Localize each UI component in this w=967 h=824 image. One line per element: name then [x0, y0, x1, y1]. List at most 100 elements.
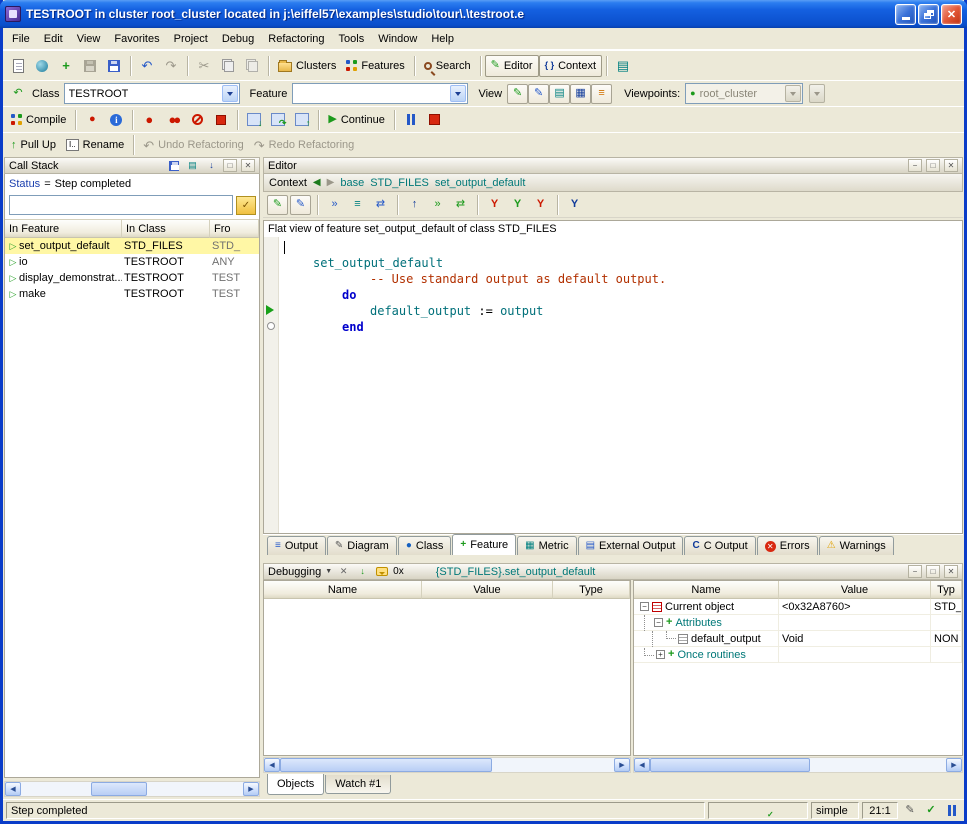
feature-combo-arrow[interactable]: [450, 85, 466, 102]
call-stack-row[interactable]: ▷display_demonstrat... TESTROOT TEST: [5, 270, 259, 286]
editor-toggle-button[interactable]: ✎ Editor: [485, 55, 539, 77]
viewpoints-combo-arrow[interactable]: [785, 85, 801, 102]
tab-external-output[interactable]: ▤External Output: [578, 536, 684, 555]
show-breakpoints-button[interactable]: ●●: [161, 109, 185, 131]
tab-c-output[interactable]: CC Output: [684, 536, 755, 555]
debugging-close-tool-button[interactable]: ✕: [336, 565, 351, 579]
tab-objects[interactable]: Objects: [267, 774, 324, 795]
save-call-stack-button[interactable]: [166, 159, 181, 173]
redo-button[interactable]: ↷: [159, 55, 183, 77]
open-stack-window-button[interactable]: ▤: [185, 159, 200, 173]
ancestors-button[interactable]: Y: [484, 195, 505, 215]
toggle-clickable-button[interactable]: ⇄: [450, 195, 471, 215]
open-button[interactable]: [30, 55, 54, 77]
call-stack-close-button[interactable]: ✕: [241, 159, 255, 172]
melt-button[interactable]: ●: [80, 109, 104, 131]
format-marks-button[interactable]: ≡: [347, 195, 368, 215]
search-button[interactable]: Search: [419, 55, 476, 77]
undo-refactoring-button[interactable]: ↶ Undo Refactoring: [138, 134, 249, 156]
paste-button[interactable]: [240, 55, 264, 77]
open-in-editor-button[interactable]: ✎: [290, 195, 311, 215]
debugged-feature-link[interactable]: {STD_FILES}.set_output_default: [436, 566, 596, 578]
cut-button[interactable]: ✂: [192, 55, 216, 77]
menu-item-refactoring[interactable]: Refactoring: [261, 30, 331, 48]
stop-button[interactable]: [423, 109, 447, 131]
enable-breakpoints-button[interactable]: ●: [137, 109, 161, 131]
context-forward-icon[interactable]: ▶: [327, 177, 335, 188]
watch-column-type[interactable]: Type: [553, 581, 630, 599]
clusters-button[interactable]: Clusters: [273, 55, 341, 77]
debugging-minimize-button[interactable]: −: [908, 565, 922, 578]
menu-item-help[interactable]: Help: [424, 30, 461, 48]
expand-icon[interactable]: +: [656, 650, 665, 659]
breadcrumb-feature[interactable]: set_output_default: [435, 177, 526, 189]
pull-up-button[interactable]: ↑ Pull Up: [6, 134, 61, 156]
class-combo-arrow[interactable]: [222, 85, 238, 102]
menu-item-view[interactable]: View: [70, 30, 108, 48]
editor-close-button[interactable]: ✕: [944, 159, 958, 172]
debugging-menu-arrow-icon[interactable]: ▼: [325, 568, 332, 575]
jump-feature-button[interactable]: »: [427, 195, 448, 215]
breadcrumb-class[interactable]: STD_FILES: [370, 177, 429, 189]
view-flat-button[interactable]: ▤: [549, 84, 570, 104]
compile-button[interactable]: Compile: [6, 109, 71, 131]
context-toggle-button[interactable]: { } Context: [539, 55, 602, 77]
close-button[interactable]: ✕: [941, 4, 962, 25]
editable-indicator-button[interactable]: ✎✓: [901, 803, 919, 819]
step-into-button[interactable]: ↓: [242, 109, 266, 131]
column-in-class[interactable]: In Class: [122, 220, 210, 238]
column-in-feature[interactable]: In Feature: [5, 220, 122, 238]
expression-button[interactable]: [374, 565, 389, 579]
column-from[interactable]: Fro: [210, 220, 259, 238]
objects-column-type[interactable]: Typ: [931, 581, 962, 599]
watch-column-value[interactable]: Value: [422, 581, 553, 599]
stack-depth-input[interactable]: [9, 195, 233, 215]
descendants-button[interactable]: Y: [507, 195, 528, 215]
call-stack-row[interactable]: ▷io TESTROOT ANY: [5, 254, 259, 270]
tab-diagram[interactable]: ✎Diagram: [327, 536, 397, 555]
swap-view-button[interactable]: ⇄: [370, 195, 391, 215]
tab-watch-1[interactable]: Watch #1: [325, 775, 391, 794]
collapse-icon[interactable]: −: [640, 602, 649, 611]
disable-breakpoints-button[interactable]: [209, 109, 233, 131]
menu-item-tools[interactable]: Tools: [332, 30, 372, 48]
stack-import-button[interactable]: ↓: [204, 159, 219, 173]
features-button[interactable]: Features: [341, 55, 409, 77]
restore-button[interactable]: [918, 4, 939, 25]
code-area[interactable]: set_output_default -- Use standard outpu…: [264, 237, 962, 533]
menu-item-debug[interactable]: Debug: [215, 30, 261, 48]
scroll-right-arrow[interactable]: ▶: [243, 782, 259, 796]
watch-column-name[interactable]: Name: [264, 581, 422, 599]
context-back-icon[interactable]: ◀: [313, 177, 321, 188]
scroll-thumb[interactable]: [91, 782, 147, 796]
step-out-button[interactable]: ↑: [290, 109, 314, 131]
watch-hscrollbar[interactable]: ◀ ▶: [263, 757, 631, 773]
rename-button[interactable]: I.. Rename: [61, 134, 129, 156]
scroll-left-arrow[interactable]: ◀: [5, 782, 21, 796]
tab-feature[interactable]: +Feature: [452, 534, 516, 555]
viewpoint-extra-dropdown[interactable]: [809, 84, 825, 103]
scroll-right-arrow[interactable]: ▶: [614, 758, 630, 772]
debugging-maximize-button[interactable]: □: [926, 565, 940, 578]
edit-feature-button[interactable]: ✎: [267, 195, 288, 215]
redo-refactoring-button[interactable]: ↷ Redo Refactoring: [249, 134, 360, 156]
step-over-button[interactable]: ↷: [266, 109, 290, 131]
call-stack-hscrollbar[interactable]: ◀ ▶: [4, 781, 260, 797]
call-stack-row[interactable]: ▷set_output_default STD_FILES STD_: [5, 238, 259, 254]
tab-warnings[interactable]: ⚠Warnings: [819, 536, 894, 555]
menu-item-favorites[interactable]: Favorites: [107, 30, 166, 48]
go-parent-button[interactable]: ↑: [404, 195, 425, 215]
collapse-icon[interactable]: −: [654, 618, 663, 627]
menu-item-window[interactable]: Window: [371, 30, 424, 48]
copy-button[interactable]: [216, 55, 240, 77]
hex-toggle[interactable]: 0x: [393, 566, 404, 577]
callers-button[interactable]: Y: [564, 195, 585, 215]
class-combo[interactable]: TESTROOT: [64, 83, 240, 104]
scroll-left-arrow[interactable]: ◀: [634, 758, 650, 772]
undo-button[interactable]: ↶: [135, 55, 159, 77]
pause-button[interactable]: [399, 109, 423, 131]
menu-item-edit[interactable]: Edit: [37, 30, 70, 48]
scroll-track[interactable]: [280, 758, 614, 772]
remove-breakpoints-button[interactable]: [185, 109, 209, 131]
link-target-button[interactable]: »: [324, 195, 345, 215]
